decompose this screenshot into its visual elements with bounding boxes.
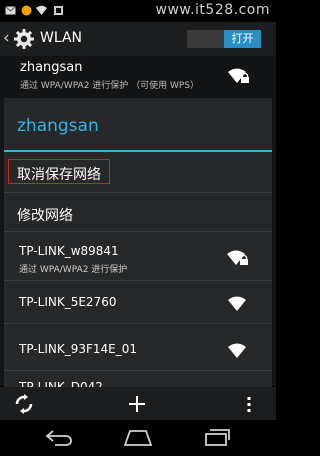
home-button[interactable] bbox=[124, 430, 152, 446]
wifi-lock-icon bbox=[228, 68, 249, 83]
sync-icon bbox=[54, 6, 63, 15]
notification-icon bbox=[21, 5, 32, 16]
divider bbox=[4, 370, 272, 371]
wifi-status-icon bbox=[36, 5, 47, 15]
network-ssid: TP-LINK_5E2760 bbox=[19, 295, 117, 309]
status-bar: www.it528.com bbox=[0, 0, 276, 22]
list-item-connected[interactable]: zhangsan 通过 WPA/WPA2 进行保护 （可使用 WPS） bbox=[0, 56, 276, 98]
divider bbox=[4, 231, 272, 232]
wifi-lock-icon bbox=[227, 250, 248, 265]
dialog-title: zhangsan bbox=[17, 116, 99, 136]
network-ssid: zhangsan bbox=[20, 60, 83, 75]
divider bbox=[4, 323, 272, 324]
recent-apps-button[interactable] bbox=[203, 429, 231, 446]
back-button[interactable] bbox=[45, 430, 73, 446]
email-icon bbox=[5, 6, 16, 15]
add-icon[interactable] bbox=[128, 395, 146, 413]
overflow-menu-icon[interactable] bbox=[246, 395, 252, 413]
highlight-box bbox=[8, 159, 110, 184]
action-bar: ‹ WLAN 打开 bbox=[0, 22, 276, 56]
network-ssid: TP-LINK_93F14E_01 bbox=[19, 342, 137, 356]
refresh-icon[interactable] bbox=[14, 394, 34, 414]
network-ssid: TP-LINK_w89841 bbox=[19, 244, 119, 258]
network-security: 通过 WPA/WPA2 进行保护 bbox=[19, 265, 128, 275]
wlan-toggle-label: 打开 bbox=[224, 30, 261, 48]
wifi-signal-icon bbox=[228, 296, 246, 311]
network-dialog: zhangsan 取消保存网络 修改网络 TP-LINK_w89841 通过 W… bbox=[4, 98, 272, 388]
page-title: WLAN bbox=[40, 30, 83, 46]
navigation-bar bbox=[0, 420, 276, 456]
dialog-title-divider bbox=[4, 150, 272, 152]
wifi-signal-icon bbox=[228, 343, 246, 358]
up-navigation-icon[interactable]: ‹ bbox=[3, 28, 10, 48]
divider bbox=[4, 192, 272, 193]
network-security: 通过 WPA/WPA2 进行保护 （可使用 WPS） bbox=[20, 81, 200, 91]
wlan-toggle[interactable]: 打开 bbox=[187, 30, 261, 48]
bottom-action-bar bbox=[0, 387, 276, 420]
watermark: www.it528.com bbox=[155, 2, 270, 18]
settings-gear-icon[interactable] bbox=[13, 28, 35, 50]
modify-network-option[interactable]: 修改网络 bbox=[17, 205, 73, 225]
divider bbox=[4, 280, 272, 281]
